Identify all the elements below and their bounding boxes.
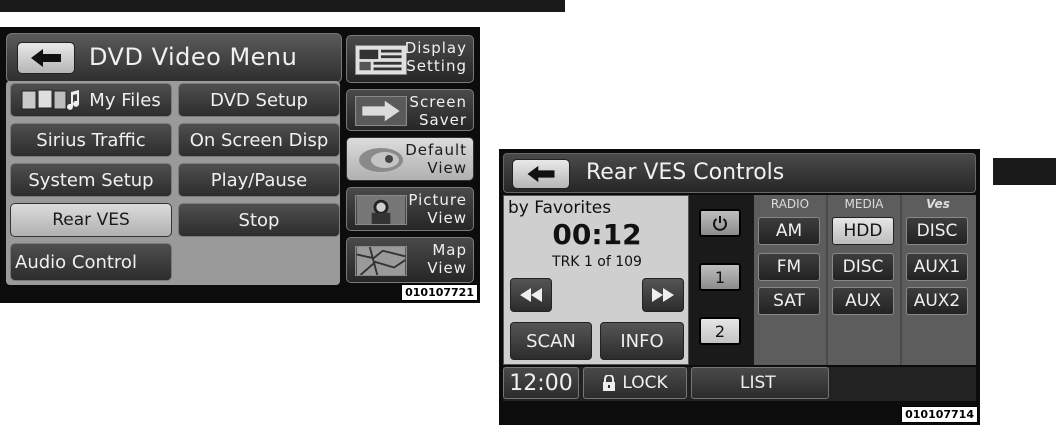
back-button[interactable] xyxy=(512,159,570,189)
system-setup-button[interactable]: System Setup xyxy=(10,163,172,197)
picture-view-icon xyxy=(355,195,407,225)
title-bar: Rear VES Controls xyxy=(503,153,976,193)
hdd-button[interactable]: HDD xyxy=(832,217,894,245)
map-view-button[interactable]: Map View xyxy=(346,237,474,283)
picture-view-label: Picture View xyxy=(408,191,467,227)
lock-icon xyxy=(603,374,616,391)
audio-control-button[interactable]: Audio Control xyxy=(10,243,172,281)
display-setting-button[interactable]: Display Setting xyxy=(346,35,474,83)
ves-aux2-button[interactable]: AUX2 xyxy=(906,287,968,315)
right-black-tab xyxy=(993,158,1056,185)
am-button[interactable]: AM xyxy=(758,217,820,245)
info-button[interactable]: INFO xyxy=(600,322,684,360)
figure-code: 010107721 xyxy=(401,284,478,301)
screen-saver-icon xyxy=(355,96,407,126)
power-button[interactable] xyxy=(699,209,741,237)
back-button[interactable] xyxy=(17,42,75,74)
default-view-button[interactable]: Default View xyxy=(346,137,474,181)
ves-header: Ves xyxy=(926,197,950,211)
back-arrow-icon xyxy=(31,49,61,67)
media-column: MEDIA HDD DISC AUX xyxy=(828,195,900,365)
radio-column: RADIO AM FM SAT xyxy=(754,195,826,365)
elapsed-time: 00:12 xyxy=(552,218,642,251)
track-info: TRK 1 of 109 xyxy=(552,254,642,270)
aux-button[interactable]: AUX xyxy=(832,287,894,315)
page-title: Rear VES Controls xyxy=(586,160,785,185)
screen-select-column: 1 2 xyxy=(689,195,754,365)
screen-1-button[interactable]: 1 xyxy=(699,263,741,291)
list-button[interactable]: LIST xyxy=(691,367,829,399)
rear-ves-controls-screen: Rear VES Controls by Favorites 00:12 TRK… xyxy=(499,149,980,425)
lock-label: LOCK xyxy=(622,373,668,393)
media-files-icon xyxy=(21,89,80,110)
map-view-icon xyxy=(355,246,407,276)
default-view-icon xyxy=(359,148,403,172)
sat-button[interactable]: SAT xyxy=(758,287,820,315)
disc-button[interactable]: DISC xyxy=(832,253,894,281)
fm-button[interactable]: FM xyxy=(758,253,820,281)
now-playing-panel: by Favorites 00:12 TRK 1 of 109 SCAN INF… xyxy=(503,195,689,365)
dvd-setup-button[interactable]: DVD Setup xyxy=(178,83,340,117)
stop-button[interactable]: Stop xyxy=(178,203,340,237)
ves-disc-button[interactable]: DISC xyxy=(906,217,968,245)
lock-button[interactable]: LOCK xyxy=(583,367,687,399)
rewind-icon xyxy=(520,288,542,302)
display-setting-label: Display Setting xyxy=(404,39,467,75)
back-arrow-icon xyxy=(527,165,555,183)
ves-column: Ves DISC AUX1 AUX2 xyxy=(902,195,976,365)
top-black-bar xyxy=(0,0,565,12)
on-screen-disp-button[interactable]: On Screen Disp xyxy=(178,123,340,157)
screen-saver-button[interactable]: Screen Saver xyxy=(346,89,474,131)
fast-forward-icon xyxy=(652,288,674,302)
picture-view-button[interactable]: Picture View xyxy=(346,187,474,231)
my-files-button[interactable]: My Files xyxy=(10,83,172,117)
scan-button[interactable]: SCAN xyxy=(510,322,592,360)
previous-track-button[interactable] xyxy=(510,278,552,312)
play-pause-button[interactable]: Play/Pause xyxy=(178,163,340,197)
playback-mode: by Favorites xyxy=(508,198,612,218)
rear-ves-button[interactable]: Rear VES xyxy=(10,203,172,237)
media-header: MEDIA xyxy=(844,197,884,211)
dvd-video-menu-screen: DVD Video Menu My Files DVD Setup Sirius… xyxy=(0,27,480,303)
ves-aux1-button[interactable]: AUX1 xyxy=(906,253,968,281)
screen-2-button[interactable]: 2 xyxy=(699,317,741,345)
page-title: DVD Video Menu xyxy=(89,43,298,71)
title-bar: DVD Video Menu xyxy=(6,33,342,83)
screen-saver-label: Screen Saver xyxy=(409,93,467,129)
my-files-label: My Files xyxy=(89,89,161,111)
sirius-traffic-button[interactable]: Sirius Traffic xyxy=(10,123,172,157)
default-view-label: Default View xyxy=(405,141,467,177)
next-track-button[interactable] xyxy=(642,278,684,312)
radio-header: RADIO xyxy=(770,197,810,211)
power-icon xyxy=(713,216,727,231)
display-setting-icon xyxy=(355,45,407,75)
clock: 12:00 xyxy=(503,367,579,399)
source-grid: RADIO AM FM SAT MEDIA HDD DISC AUX Ves D… xyxy=(754,195,976,365)
bottom-bar: 12:00 LOCK LIST xyxy=(503,367,976,401)
map-view-label: Map View xyxy=(427,241,467,277)
figure-code: 010107714 xyxy=(901,406,978,423)
